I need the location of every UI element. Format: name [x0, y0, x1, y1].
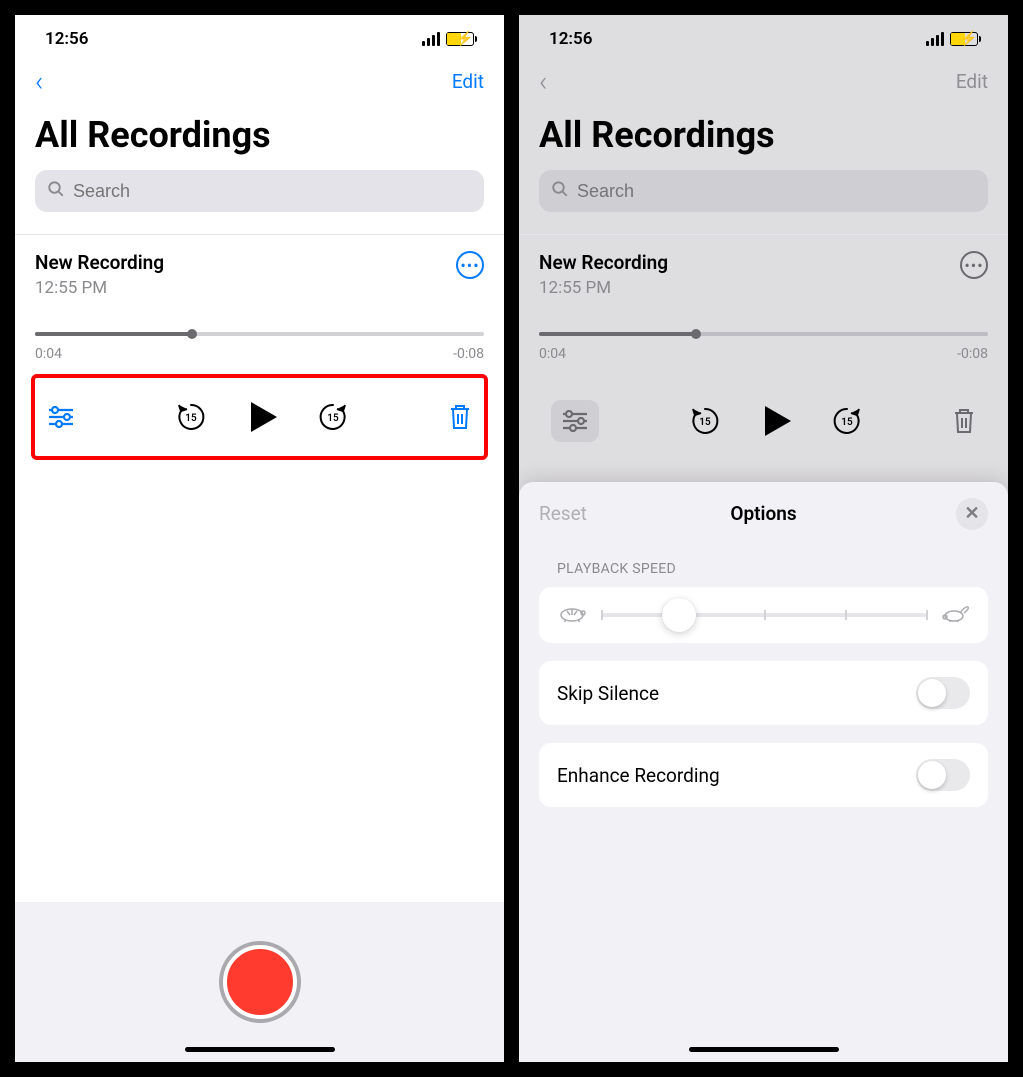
- recording-title: New Recording: [539, 251, 668, 274]
- playback-speed-slider-row: [539, 587, 988, 643]
- remaining-time: -0:08: [453, 346, 484, 362]
- time-labels: 0:04 -0:08: [539, 346, 988, 362]
- skip-back-15-button[interactable]: 15: [689, 405, 721, 437]
- playback-controls: 15 15: [535, 374, 992, 468]
- home-indicator[interactable]: [689, 1047, 839, 1052]
- status-time: 12:56: [45, 29, 88, 49]
- options-sheet: Reset Options ✕ PLAYBACK SPEED: [519, 482, 1008, 1062]
- cellular-signal-icon: [926, 32, 944, 46]
- enhance-recording-label: Enhance Recording: [557, 764, 720, 787]
- nav-bar: ‹ Edit: [519, 55, 1008, 108]
- search-input[interactable]: [73, 181, 472, 202]
- skip-silence-row: Skip Silence: [539, 661, 988, 725]
- enhance-recording-row: Enhance Recording: [539, 743, 988, 807]
- sheet-title: Options: [730, 502, 796, 525]
- search-bar[interactable]: [35, 170, 484, 212]
- playback-timeline[interactable]: [35, 332, 484, 336]
- playback-speed-slider[interactable]: [601, 613, 926, 617]
- svg-text:15: 15: [699, 417, 711, 428]
- phone-right: 12:56 ⚡ ‹ Edit All Recordings New Record…: [519, 15, 1008, 1062]
- more-options-button[interactable]: •••: [960, 251, 988, 279]
- status-right: ⚡: [926, 32, 978, 46]
- record-button[interactable]: [223, 945, 297, 1019]
- playback-timeline[interactable]: [539, 332, 988, 336]
- battery-icon: ⚡: [446, 32, 474, 46]
- recording-timestamp: 12:55 PM: [35, 278, 164, 298]
- skip-back-15-button[interactable]: 15: [175, 401, 207, 433]
- playback-controls: 15 15: [31, 374, 488, 460]
- search-icon: [551, 180, 569, 202]
- svg-text:15: 15: [841, 417, 853, 428]
- search-bar[interactable]: [539, 170, 988, 212]
- phone-left: 12:56 ⚡ ‹ Edit All Recordings New Record…: [15, 15, 504, 1062]
- delete-button[interactable]: [448, 403, 472, 431]
- close-icon: ✕: [964, 503, 979, 524]
- edit-button[interactable]: Edit: [956, 70, 988, 93]
- enhance-recording-toggle[interactable]: [916, 759, 970, 791]
- close-button[interactable]: ✕: [956, 498, 988, 530]
- elapsed-time: 0:04: [539, 346, 566, 362]
- record-area: [15, 902, 504, 1062]
- back-chevron-icon[interactable]: ‹: [539, 65, 547, 98]
- cellular-signal-icon: [422, 32, 440, 46]
- svg-text:15: 15: [185, 413, 197, 424]
- status-right: ⚡: [422, 32, 474, 46]
- skip-forward-15-button[interactable]: 15: [831, 405, 863, 437]
- elapsed-time: 0:04: [35, 346, 62, 362]
- rabbit-icon: [940, 603, 970, 627]
- page-title: All Recordings: [519, 108, 1008, 170]
- reset-button[interactable]: Reset: [539, 502, 587, 525]
- time-labels: 0:04 -0:08: [35, 346, 484, 362]
- playback-speed-label: PLAYBACK SPEED: [519, 543, 1008, 587]
- speed-slider-knob[interactable]: [662, 598, 696, 632]
- skip-forward-15-button[interactable]: 15: [317, 401, 349, 433]
- search-input[interactable]: [577, 181, 976, 202]
- timeline-knob[interactable]: [187, 329, 197, 339]
- skip-silence-toggle[interactable]: [916, 677, 970, 709]
- search-icon: [47, 180, 65, 202]
- status-bar: 12:56 ⚡: [519, 15, 1008, 55]
- page-title: All Recordings: [15, 108, 504, 170]
- play-button[interactable]: [759, 404, 793, 438]
- status-bar: 12:56 ⚡: [15, 15, 504, 55]
- recording-title: New Recording: [35, 251, 164, 274]
- remaining-time: -0:08: [957, 346, 988, 362]
- nav-bar: ‹ Edit: [15, 55, 504, 108]
- delete-button[interactable]: [952, 407, 976, 435]
- playback-settings-button[interactable]: [47, 406, 75, 428]
- recording-item[interactable]: New Recording 12:55 PM ••• 0:04 -0:08: [15, 235, 504, 362]
- recording-timestamp: 12:55 PM: [539, 278, 668, 298]
- playback-settings-button[interactable]: [551, 400, 599, 442]
- turtle-icon: [557, 603, 587, 627]
- status-time: 12:56: [549, 29, 592, 49]
- more-options-button[interactable]: •••: [456, 251, 484, 279]
- edit-button[interactable]: Edit: [452, 70, 484, 93]
- battery-icon: ⚡: [950, 32, 978, 46]
- back-chevron-icon[interactable]: ‹: [35, 65, 43, 98]
- timeline-knob[interactable]: [691, 329, 701, 339]
- home-indicator[interactable]: [185, 1047, 335, 1052]
- recording-item[interactable]: New Recording 12:55 PM ••• 0:04 -0:08: [519, 235, 1008, 362]
- play-button[interactable]: [245, 400, 279, 434]
- svg-text:15: 15: [327, 413, 339, 424]
- skip-silence-label: Skip Silence: [557, 682, 659, 705]
